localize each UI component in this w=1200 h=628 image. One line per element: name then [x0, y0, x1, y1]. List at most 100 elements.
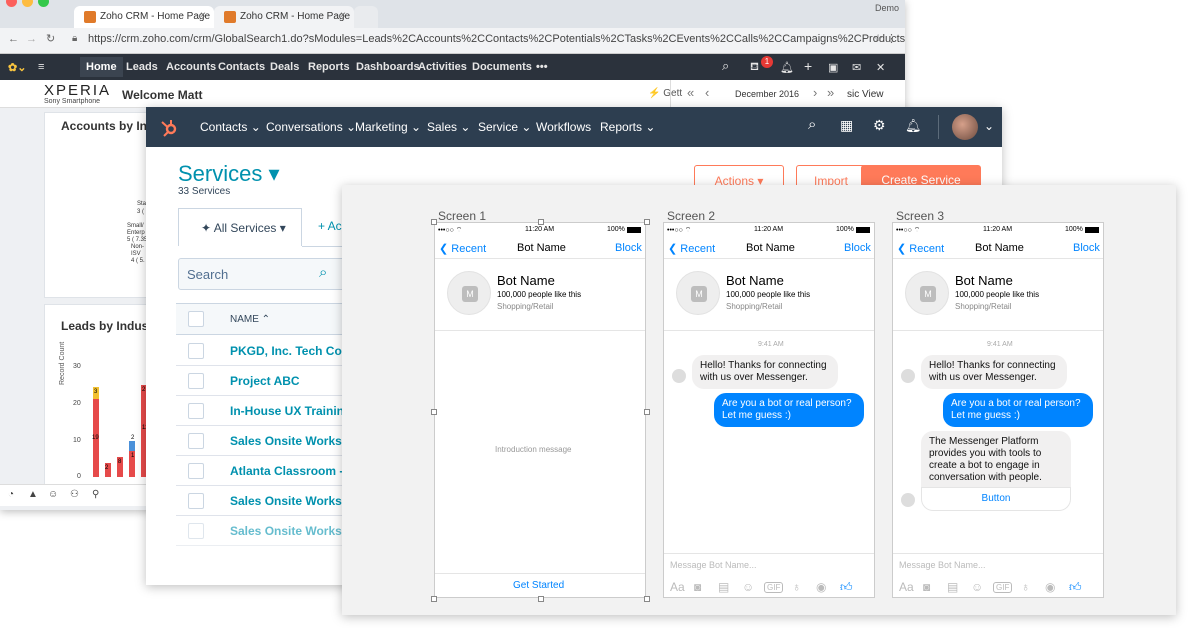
close-window-icon[interactable] — [6, 0, 17, 7]
table-row[interactable]: Atlanta Classroom - Q4 — [176, 456, 363, 486]
settings-gear-icon[interactable]: ⚙ — [873, 117, 886, 134]
hamburger-icon[interactable]: ≡ — [38, 61, 44, 73]
back-button[interactable]: ❮ Recent — [897, 242, 944, 255]
tab-all-services[interactable]: ✦ All Services ▾ — [178, 208, 302, 246]
nav-deals[interactable]: Deals — [270, 61, 299, 73]
service-link[interactable]: Project ABC — [230, 374, 300, 388]
nav-workflows[interactable]: Workflows — [536, 120, 591, 134]
row-checkbox[interactable] — [188, 343, 204, 359]
plus-icon[interactable]: + — [804, 58, 812, 74]
bookmark-star-icon[interactable]: ☆ — [873, 32, 883, 45]
nav-activities[interactable]: Activities — [418, 61, 467, 73]
minimize-window-icon[interactable] — [22, 0, 33, 7]
search-icon[interactable]: ⌕ — [319, 264, 327, 281]
row-checkbox[interactable] — [188, 373, 204, 389]
service-link[interactable]: In-House UX Training — [230, 404, 351, 418]
zoho-logo-icon[interactable]: ✿⌄ — [8, 61, 26, 74]
row-checkbox[interactable] — [188, 493, 204, 509]
resize-handle[interactable] — [538, 596, 544, 602]
reload-icon[interactable]: ↻ — [46, 32, 55, 45]
browser-menu-icon[interactable]: ⋮ — [886, 32, 897, 45]
row-checkbox[interactable] — [188, 403, 204, 419]
bell-icon[interactable]: 🔔︎ — [780, 61, 794, 74]
nav-more[interactable]: ••• — [536, 61, 548, 73]
hubspot-logo-icon[interactable] — [160, 117, 178, 137]
image-icon[interactable]: ▤ — [947, 580, 958, 594]
nav-contacts[interactable]: Contacts — [218, 61, 265, 73]
prev-year-icon[interactable]: « — [687, 85, 694, 100]
resize-handle[interactable] — [644, 596, 650, 602]
gif-icon[interactable]: GIF — [764, 582, 784, 593]
nav-reports[interactable]: Reports — [308, 61, 350, 73]
search-icon[interactable]: ⌕ — [722, 58, 729, 74]
table-row[interactable]: Sales Onsite Workshop — [176, 486, 364, 516]
search-input[interactable]: Search ⌕ — [178, 258, 346, 290]
image-icon[interactable]: ▤ — [718, 580, 729, 594]
close-tab-icon[interactable]: × — [200, 10, 206, 21]
like-icon[interactable]: 👍︎ — [1069, 580, 1082, 595]
prev-month-icon[interactable]: ‹ — [705, 85, 709, 100]
back-button[interactable]: ❮ Recent — [439, 242, 486, 255]
nav-accounts[interactable]: Accounts — [166, 61, 216, 73]
resize-handle[interactable] — [644, 409, 650, 415]
nav-documents[interactable]: Documents — [472, 61, 532, 73]
maximize-window-icon[interactable] — [38, 0, 49, 7]
close-tab-icon[interactable]: × — [340, 10, 346, 21]
block-button[interactable]: Block — [844, 242, 871, 254]
emoji-icon[interactable]: ☺ — [971, 580, 983, 594]
chevron-down-icon[interactable]: ⌄ — [984, 119, 994, 133]
gif-icon[interactable]: GIF — [993, 582, 1013, 593]
select-all-checkbox[interactable] — [188, 311, 204, 327]
row-checkbox[interactable] — [188, 463, 204, 479]
camera-icon[interactable]: ◙ — [694, 580, 701, 594]
table-row[interactable]: Project ABC — [176, 366, 346, 396]
nav-dashboards[interactable]: Dashboards — [356, 61, 420, 73]
nav-reports[interactable]: Reports ⌄ — [600, 120, 655, 134]
nav-sales[interactable]: Sales ⌄ — [427, 120, 470, 134]
nav-home[interactable]: Home — [80, 57, 123, 77]
browser-tab-2[interactable]: Zoho CRM - Home Page × — [214, 6, 354, 28]
resize-handle[interactable] — [431, 409, 437, 415]
row-checkbox[interactable] — [188, 433, 204, 449]
notifications-bell-icon[interactable]: 🔔︎ — [905, 118, 922, 134]
classic-view-link[interactable]: sic View — [847, 89, 884, 100]
mail-icon[interactable]: ✉ — [852, 61, 861, 74]
setup-icon[interactable]: ✕ — [876, 61, 885, 74]
next-month-icon[interactable]: › — [813, 85, 817, 100]
get-started-button[interactable]: Get Started — [513, 580, 564, 591]
nav-conversations[interactable]: Conversations ⌄ — [266, 120, 356, 134]
table-row[interactable]: In-House UX Training — [176, 396, 351, 426]
add-view-tab[interactable]: + Ac — [318, 219, 342, 233]
nav-service[interactable]: Service ⌄ — [478, 120, 531, 134]
text-format-icon[interactable]: Aa — [899, 580, 914, 594]
people-icon[interactable]: ☺ — [48, 489, 58, 500]
table-row[interactable]: Sales Onsite Workshop — [176, 426, 364, 456]
message-input[interactable]: Message Bot Name... — [899, 560, 986, 570]
resize-handle[interactable] — [431, 596, 437, 602]
nav-contacts[interactable]: Contacts ⌄ — [200, 120, 261, 134]
block-button[interactable]: Block — [1073, 242, 1100, 254]
new-tab-button[interactable] — [354, 6, 378, 28]
location-icon[interactable]: ◉ — [816, 580, 826, 594]
search-icon[interactable]: ⌕ — [808, 116, 816, 133]
like-icon[interactable]: 👍︎ — [840, 580, 853, 595]
resize-handle[interactable] — [431, 219, 437, 225]
page-title[interactable]: Services ▾ — [178, 161, 280, 187]
url-field[interactable]: https://crm.zoho.com/crm/GlobalSearch1.d… — [88, 33, 905, 45]
back-button[interactable]: ❮ Recent — [668, 242, 715, 255]
back-icon[interactable]: ← — [8, 33, 19, 45]
browser-tab-1[interactable]: Zoho CRM - Home Page × — [74, 6, 214, 28]
mic-icon[interactable]: ♁ — [792, 580, 801, 594]
nav-leads[interactable]: Leads — [126, 61, 158, 73]
row-checkbox[interactable] — [188, 523, 204, 539]
feeds-icon[interactable]: ⛾ — [750, 61, 759, 75]
location-icon[interactable]: ◉ — [1045, 580, 1055, 594]
team-icon[interactable]: ⚇ — [70, 489, 79, 500]
emoji-icon[interactable]: ☺ — [742, 580, 754, 594]
mic-icon[interactable]: ♁ — [1021, 580, 1030, 594]
resize-handle[interactable] — [644, 219, 650, 225]
calendar-icon[interactable]: ▣ — [828, 61, 838, 74]
structured-message-button[interactable]: Button — [921, 487, 1071, 511]
resize-handle[interactable] — [538, 219, 544, 225]
table-row[interactable]: PKGD, Inc. Tech Consult — [176, 336, 370, 366]
